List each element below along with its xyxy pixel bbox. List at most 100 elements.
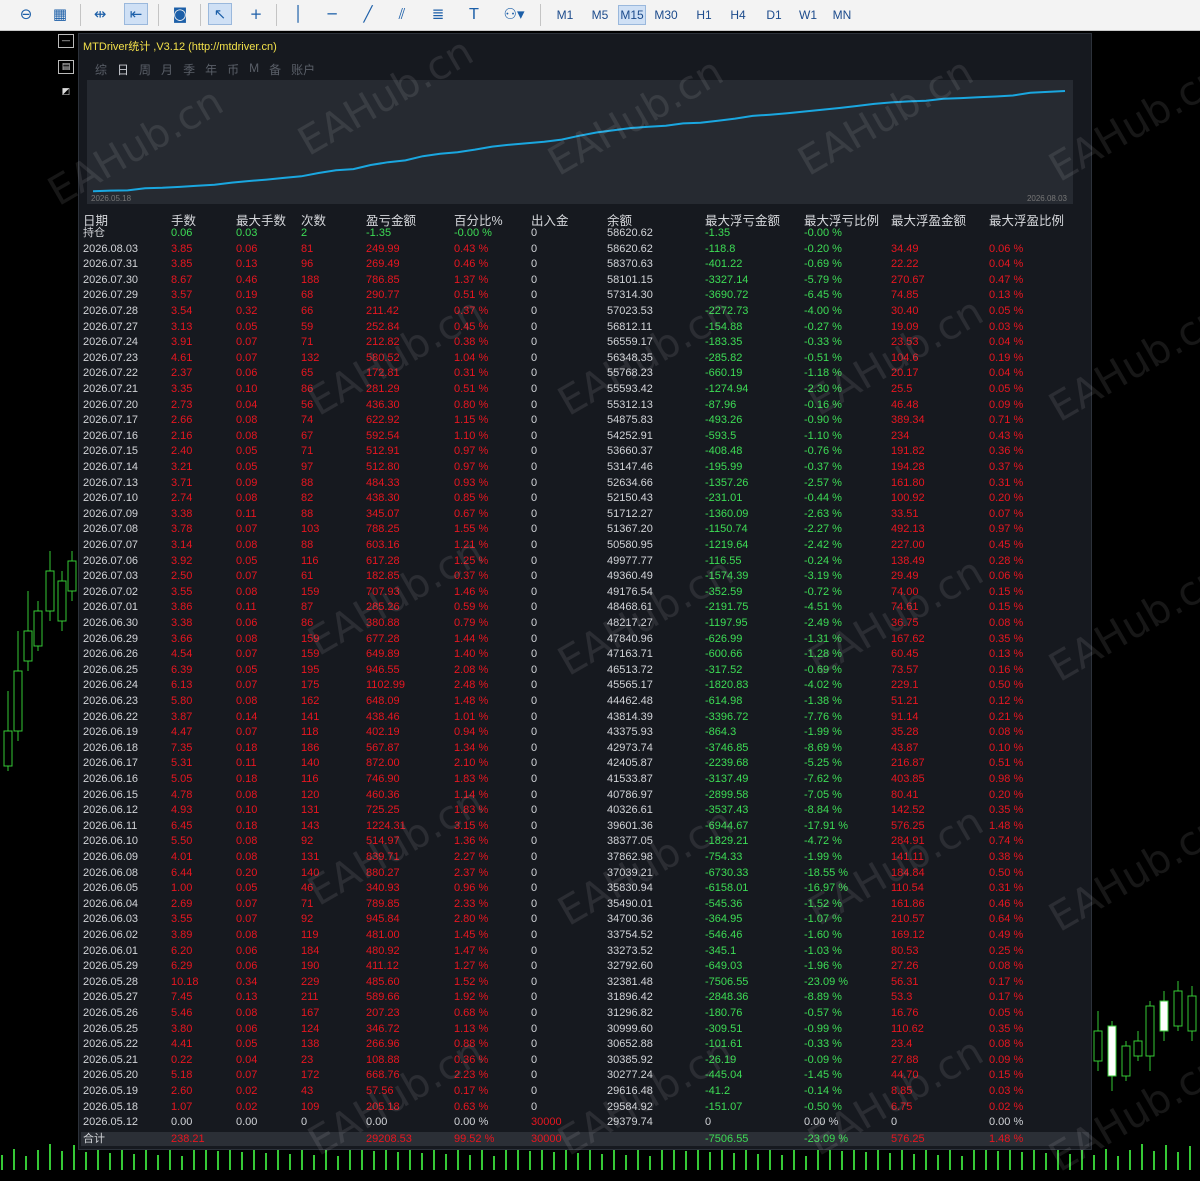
minimize-icon[interactable]: — [58, 34, 74, 48]
table-row[interactable]: 2026.06.18 7.35 0.18 186 567.87 1.34 % 0 42973.… [79, 741, 1093, 757]
table-row[interactable]: 2026.07.22 2.37 0.06 65 172.81 0.31 % 0 55768.2… [79, 366, 1093, 382]
cell-pl: 205.18 [366, 1100, 400, 1113]
table-row[interactable]: 2026.07.10 2.74 0.08 82 438.30 0.85 % 0 52150.4… [79, 491, 1093, 507]
timeframe-h4[interactable]: H4 [724, 5, 752, 25]
table-row[interactable]: 2026.06.17 5.31 0.11 140 872.00 2.10 % 0 42405.… [79, 756, 1093, 772]
table-row[interactable]: 2026.06.09 4.01 0.08 131 839.71 2.27 % 0 37862.… [79, 850, 1093, 866]
table-row[interactable]: 2026.06.08 6.44 0.20 140 880.27 2.37 % 0 37039.… [79, 866, 1093, 882]
table-row[interactable]: 2026.06.05 1.00 0.05 46 340.93 0.96 % 0 35830.9… [79, 881, 1093, 897]
table-row[interactable]: 2026.06.24 6.13 0.07 175 1102.99 2.48 % 0 45565… [79, 678, 1093, 694]
auto-scroll-icon[interactable]: ⇹ [88, 3, 112, 25]
table-row[interactable]: 2026.06.02 3.89 0.08 119 481.00 1.45 % 0 33754.… [79, 928, 1093, 944]
table-row[interactable]: 2026.05.19 2.60 0.02 43 57.56 0.17 % 0 29616.48… [79, 1084, 1093, 1100]
table-row[interactable]: 2026.05.28 10.18 0.34 229 485.60 1.52 % 0 32381… [79, 975, 1093, 991]
table-row[interactable]: 2026.07.08 3.78 0.07 103 788.25 1.55 % 0 51367.… [79, 522, 1093, 538]
table-row[interactable]: 2026.07.16 2.16 0.08 67 592.54 1.10 % 0 54252.9… [79, 429, 1093, 445]
cell-fp: 73.57 [891, 663, 919, 676]
table-row[interactable]: 2026.07.27 3.13 0.05 59 252.84 0.45 % 0 56812.1… [79, 320, 1093, 336]
tab-3[interactable]: 月 [161, 61, 173, 78]
table-row[interactable]: 2026.08.03 3.85 0.06 81 249.99 0.43 % 0 58620.6… [79, 242, 1093, 258]
table-row[interactable]: 2026.07.06 3.92 0.05 116 617.28 1.25 % 0 49977.… [79, 554, 1093, 570]
vertical-line-icon[interactable]: │ [286, 3, 310, 25]
horizontal-line-icon[interactable]: ─ [320, 3, 344, 25]
table-row[interactable]: 2026.07.07 3.14 0.08 88 603.16 1.21 % 0 50580.9… [79, 538, 1093, 554]
table-row[interactable]: 2026.07.29 3.57 0.19 68 290.77 0.51 % 0 57314.3… [79, 288, 1093, 304]
table-row[interactable]: 2026.06.22 3.87 0.14 141 438.46 1.01 % 0 43814.… [79, 710, 1093, 726]
table-row[interactable]: 2026.06.01 6.20 0.06 184 480.92 1.47 % 0 33273.… [79, 944, 1093, 960]
table-row[interactable]: 2026.07.14 3.21 0.05 97 512.80 0.97 % 0 53147.4… [79, 460, 1093, 476]
table-row[interactable]: 2026.06.03 3.55 0.07 92 945.84 2.80 % 0 34700.3… [79, 912, 1093, 928]
cursor-icon[interactable]: ↖ [208, 3, 232, 25]
table-row[interactable]: 2026.06.16 5.05 0.18 116 746.90 1.83 % 0 41533.… [79, 772, 1093, 788]
table-row[interactable]: 2026.06.30 3.38 0.06 86 380.88 0.79 % 0 48217.2… [79, 616, 1093, 632]
table-row[interactable]: 2026.07.01 3.86 0.11 87 285.26 0.59 % 0 48468.6… [79, 600, 1093, 616]
table-row[interactable]: 2026.05.25 3.80 0.06 124 346.72 1.13 % 0 30999.… [79, 1022, 1093, 1038]
tab-2[interactable]: 周 [139, 61, 151, 78]
table-row[interactable]: 2026.06.15 4.78 0.08 120 460.36 1.14 % 0 40786.… [79, 788, 1093, 804]
table-row[interactable]: 2026.07.15 2.40 0.05 71 512.91 0.97 % 0 53660.3… [79, 444, 1093, 460]
tab-6[interactable]: 币 [227, 61, 239, 78]
screenshot-icon[interactable]: ◙ [168, 3, 192, 25]
table-row[interactable]: 2026.06.12 4.93 0.10 131 725.25 1.83 % 0 40326.… [79, 803, 1093, 819]
crosshair-icon[interactable]: + [244, 3, 268, 25]
table-row[interactable]: 2026.05.27 7.45 0.13 211 589.66 1.92 % 0 31896.… [79, 990, 1093, 1006]
table-row[interactable]: 2026.07.13 3.71 0.09 88 484.33 0.93 % 0 52634.6… [79, 476, 1093, 492]
tab-7[interactable]: M [249, 61, 259, 78]
fibonacci-icon[interactable]: ≣ [426, 3, 450, 25]
table-row[interactable]: 2026.07.20 2.73 0.04 56 436.30 0.80 % 0 55312.1… [79, 398, 1093, 414]
grid-icon[interactable]: ▦ [48, 3, 72, 25]
table-row[interactable]: 2026.07.21 3.35 0.10 86 281.29 0.51 % 0 55593.4… [79, 382, 1093, 398]
trend-line-icon[interactable]: ╱ [356, 3, 380, 25]
cell-cnt: 167 [301, 1007, 320, 1019]
table-row[interactable]: 2026.05.12 0.00 0.00 0 0.00 0.00 % 30000 29379.… [79, 1115, 1093, 1131]
table-row[interactable]: 2026.06.19 4.47 0.07 118 402.19 0.94 % 0 43375.… [79, 725, 1093, 741]
holding-row[interactable]: 持仓 0.06 0.03 2 -1.35 -0.00 % 0 58620.62 -1.35 -0.… [79, 226, 1093, 242]
timeframe-m5[interactable]: M5 [586, 5, 614, 25]
timeframe-h1[interactable]: H1 [690, 5, 718, 25]
table-row[interactable]: 2026.05.18 1.07 0.02 109 205.18 0.63 % 0 29584.… [79, 1100, 1093, 1116]
table-row[interactable]: 2026.06.23 5.80 0.08 162 648.09 1.48 % 0 44462.… [79, 694, 1093, 710]
timeframe-m15[interactable]: M15 [618, 5, 646, 25]
table-row[interactable]: 2026.07.17 2.66 0.08 74 622.92 1.15 % 0 54875.8… [79, 413, 1093, 429]
table-icon[interactable]: ▤ [58, 60, 74, 74]
zoom-out-icon[interactable]: ⊖ [14, 3, 38, 25]
tab-0[interactable]: 综 [95, 61, 107, 78]
table-row[interactable]: 2026.07.31 3.85 0.13 96 269.49 0.46 % 0 58370.6… [79, 257, 1093, 273]
table-row[interactable]: 2026.07.28 3.54 0.32 66 211.42 0.37 % 0 57023.5… [79, 304, 1093, 320]
table-row[interactable]: 2026.07.02 3.55 0.08 159 707.93 1.46 % 0 49176.… [79, 585, 1093, 601]
table-row[interactable]: 2026.07.23 4.61 0.07 132 580.52 1.04 % 0 56348.… [79, 351, 1093, 367]
total-dep: 30000 [531, 1133, 562, 1145]
timeframe-mn[interactable]: MN [828, 5, 856, 25]
tab-9[interactable]: 账户 [291, 61, 315, 78]
table-row[interactable]: 2026.05.20 5.18 0.07 172 668.76 2.23 % 0 30277.… [79, 1068, 1093, 1084]
text-icon[interactable]: T [462, 3, 486, 25]
table-row[interactable]: 2026.07.24 3.91 0.07 71 212.82 0.38 % 0 56559.1… [79, 335, 1093, 351]
chart-shift-icon[interactable]: ⇤ [124, 3, 148, 25]
channel-icon[interactable]: ⫽ [390, 3, 414, 25]
tab-1[interactable]: 日 [117, 61, 129, 78]
table-row[interactable]: 2026.06.11 6.45 0.18 143 1224.31 3.15 % 0 39601… [79, 819, 1093, 835]
table-row[interactable]: 2026.06.25 6.39 0.05 195 946.55 2.08 % 0 46513.… [79, 663, 1093, 679]
table-row[interactable]: 2026.05.21 0.22 0.04 23 108.88 0.36 % 0 30385.9… [79, 1053, 1093, 1069]
table-row[interactable]: 2026.05.29 6.29 0.06 190 411.12 1.27 % 0 32792.… [79, 959, 1093, 975]
timeframe-m30[interactable]: M30 [652, 5, 680, 25]
shapes-dropdown-icon[interactable]: ⚇▾ [496, 3, 532, 25]
table-row[interactable]: 2026.05.22 4.41 0.05 138 266.96 0.88 % 0 30652.… [79, 1037, 1093, 1053]
table-row[interactable]: 2026.06.29 3.66 0.08 159 677.28 1.44 % 0 47840.… [79, 632, 1093, 648]
table-row[interactable]: 2026.06.26 4.54 0.07 159 649.89 1.40 % 0 47163.… [79, 647, 1093, 663]
cell-max: 0.13 [236, 991, 258, 1004]
timeframe-m1[interactable]: M1 [551, 5, 579, 25]
tab-4[interactable]: 季 [183, 61, 195, 78]
tab-5[interactable]: 年 [205, 61, 217, 78]
table-row[interactable]: 2026.06.10 5.50 0.08 92 514.97 1.36 % 0 38377.0… [79, 834, 1093, 850]
timeframe-d1[interactable]: D1 [760, 5, 788, 25]
table-row[interactable]: 2026.07.30 8.67 0.46 188 786.85 1.37 % 0 58101.… [79, 273, 1093, 289]
table-row[interactable]: 2026.05.26 5.46 0.08 167 207.23 0.68 % 0 31296.… [79, 1006, 1093, 1022]
tab-8[interactable]: 备 [269, 61, 281, 78]
table-row[interactable]: 2026.07.03 2.50 0.07 61 182.85 0.37 % 0 49360.4… [79, 569, 1093, 585]
tool-icon[interactable]: ◩ [58, 86, 74, 100]
cell-bal: 29584.92 [607, 1100, 653, 1113]
table-row[interactable]: 2026.06.04 2.69 0.07 71 789.85 2.33 % 0 35490.0… [79, 897, 1093, 913]
table-row[interactable]: 2026.07.09 3.38 0.11 88 345.07 0.67 % 0 51712.2… [79, 507, 1093, 523]
timeframe-w1[interactable]: W1 [794, 5, 822, 25]
